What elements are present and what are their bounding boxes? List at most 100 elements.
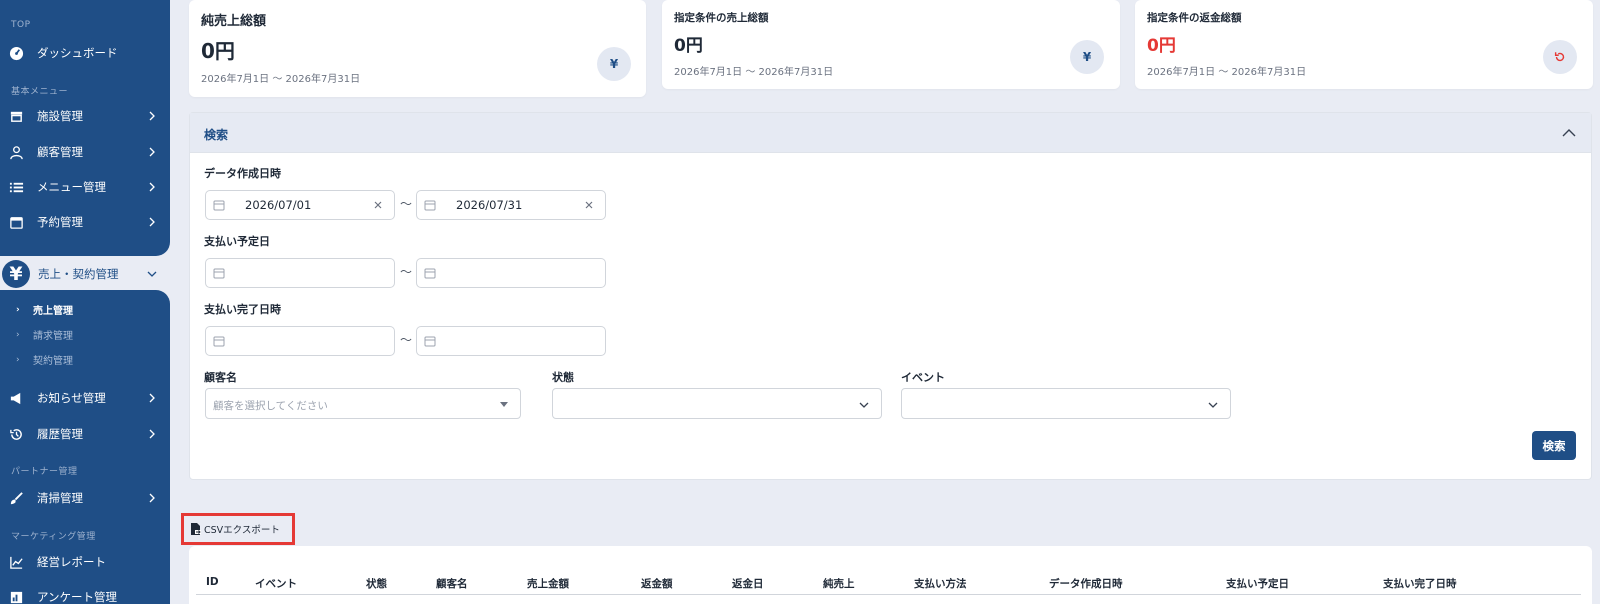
column-header[interactable]: 支払い方法	[914, 576, 967, 591]
calendar-icon	[424, 200, 436, 211]
megaphone-icon	[8, 390, 24, 406]
sidebar-subitem-billing[interactable]: › 請求管理	[16, 327, 73, 343]
sidebar-subitem-label: 請求管理	[33, 331, 73, 342]
yen-icon: ¥	[2, 260, 30, 288]
column-header[interactable]: ID	[206, 576, 219, 588]
search-panel-header[interactable]: 検索	[190, 113, 1591, 153]
sidebar-item-label: 顧客管理	[37, 145, 83, 159]
calendar-icon	[424, 336, 436, 347]
event-select[interactable]	[901, 388, 1231, 419]
completed-from-input[interactable]	[205, 326, 395, 356]
sidebar-item-label: 施設管理	[37, 109, 83, 123]
card-label: 指定条件の売上総額	[674, 12, 769, 24]
sidebar-section-basic: 基本メニュー	[11, 87, 69, 97]
calendar-icon	[213, 336, 225, 347]
due-to-input[interactable]	[416, 258, 606, 288]
sidebar-item-label: 履歴管理	[37, 427, 83, 441]
column-header[interactable]: 純売上	[823, 576, 855, 591]
sidebar-item-label: アンケート管理	[37, 590, 118, 604]
sidebar-item-report[interactable]: 経営レポート	[0, 548, 170, 576]
sidebar: TOP ダッシュボード 基本メニュー 施設管理 顧客管理 メニュー管理 予約管理…	[0, 0, 170, 604]
sidebar-item-facility[interactable]: 施設管理	[0, 102, 170, 130]
survey-icon	[8, 589, 24, 604]
chevron-right-icon	[149, 111, 155, 121]
column-header[interactable]: 返金日	[732, 576, 764, 591]
chart-line-icon	[8, 554, 24, 570]
created-from-value: 2026/07/01	[245, 198, 312, 212]
status-label: 状態	[552, 371, 574, 384]
sidebar-item-label: メニュー管理	[37, 180, 106, 194]
search-panel-title: 検索	[204, 128, 229, 142]
sidebar-section-marketing: マーケティング管理	[11, 532, 96, 542]
created-to-value: 2026/07/31	[456, 198, 523, 212]
created-date-label: データ作成日時	[204, 167, 281, 180]
created-from-input[interactable]: 2026/07/01	[205, 190, 395, 220]
due-from-input[interactable]	[205, 258, 395, 288]
sidebar-item-label: ダッシュボード	[37, 46, 118, 60]
chevron-up-icon[interactable]	[1561, 125, 1577, 141]
sidebar-subitem-contract[interactable]: › 契約管理	[16, 352, 73, 368]
card-value: 0円	[1147, 36, 1176, 56]
chevron-right-icon	[149, 182, 155, 192]
sidebar-item-label: お知らせ管理	[37, 391, 106, 405]
card-value: 0円	[674, 36, 703, 56]
sidebar-item-dashboard[interactable]: ダッシュボード	[0, 39, 170, 67]
sidebar-item-label: 予約管理	[37, 215, 83, 229]
chevron-down-icon	[859, 402, 869, 408]
column-header[interactable]: イベント	[255, 576, 297, 591]
sidebar-item-survey[interactable]: アンケート管理	[0, 583, 170, 604]
sidebar-item-customer[interactable]: 顧客管理	[0, 138, 170, 166]
caret-down-icon	[500, 402, 508, 407]
file-export-icon	[191, 523, 201, 535]
completed-date-label: 支払い完了日時	[204, 303, 281, 316]
search-button[interactable]: 検索	[1532, 431, 1576, 460]
clear-icon[interactable]	[583, 199, 595, 211]
list-icon	[8, 179, 24, 195]
chevron-right-icon	[149, 429, 155, 439]
column-header[interactable]: 支払い完了日時	[1383, 576, 1457, 591]
calendar-icon	[213, 200, 225, 211]
stat-card-net-sales: 純売上総額 0円 2026年7月1日 〜 2026年7月31日 ¥	[189, 0, 646, 97]
calendar-icon	[213, 268, 225, 279]
created-to-input[interactable]: 2026/07/31	[416, 190, 606, 220]
sidebar-section-top: TOP	[11, 20, 31, 30]
customer-label: 顧客名	[204, 371, 237, 384]
sidebar-item-reservation[interactable]: 予約管理	[0, 208, 170, 236]
sidebar-item-cleaning[interactable]: 清掃管理	[0, 484, 170, 512]
sidebar-item-menu[interactable]: メニュー管理	[0, 173, 170, 201]
chevron-down-icon	[1208, 402, 1218, 408]
clear-icon[interactable]	[372, 199, 384, 211]
csv-export-button[interactable]: CSVエクスポート	[190, 521, 280, 537]
calendar-icon	[8, 214, 24, 230]
column-header[interactable]: 顧客名	[436, 576, 468, 591]
sidebar-subitem-sales[interactable]: › 売上管理	[16, 302, 73, 318]
column-header[interactable]: 支払い予定日	[1226, 576, 1289, 591]
csv-export-label: CSVエクスポート	[204, 525, 280, 536]
range-separator: 〜	[400, 197, 413, 211]
chevron-right-icon	[149, 393, 155, 403]
chevron-right-icon: ›	[16, 354, 20, 365]
customer-select[interactable]: 顧客を選択してください	[205, 388, 521, 419]
history-icon	[8, 426, 24, 442]
sidebar-item-sales-contract[interactable]: ¥ 売上・契約管理	[0, 259, 170, 289]
column-header[interactable]: データ作成日時	[1049, 576, 1123, 591]
store-icon	[8, 108, 24, 124]
event-label: イベント	[901, 371, 945, 384]
card-range: 2026年7月1日 〜 2026年7月31日	[1147, 67, 1307, 78]
sidebar-item-history[interactable]: 履歴管理	[0, 420, 170, 448]
column-header[interactable]: 売上金額	[527, 576, 569, 591]
chevron-right-icon: ›	[16, 304, 20, 315]
column-header[interactable]: 状態	[366, 576, 387, 591]
customer-select-placeholder: 顧客を選択してください	[213, 400, 328, 412]
status-select[interactable]	[552, 388, 882, 419]
chevron-right-icon	[149, 147, 155, 157]
completed-to-input[interactable]	[416, 326, 606, 356]
column-header[interactable]: 返金額	[641, 576, 673, 591]
sales-table	[189, 546, 1592, 604]
range-separator: 〜	[400, 333, 413, 347]
yen-icon: ¥	[1070, 40, 1104, 74]
range-separator: 〜	[400, 265, 413, 279]
card-range: 2026年7月1日 〜 2026年7月31日	[201, 74, 361, 85]
refund-icon	[1543, 40, 1577, 74]
sidebar-item-notice[interactable]: お知らせ管理	[0, 384, 170, 412]
